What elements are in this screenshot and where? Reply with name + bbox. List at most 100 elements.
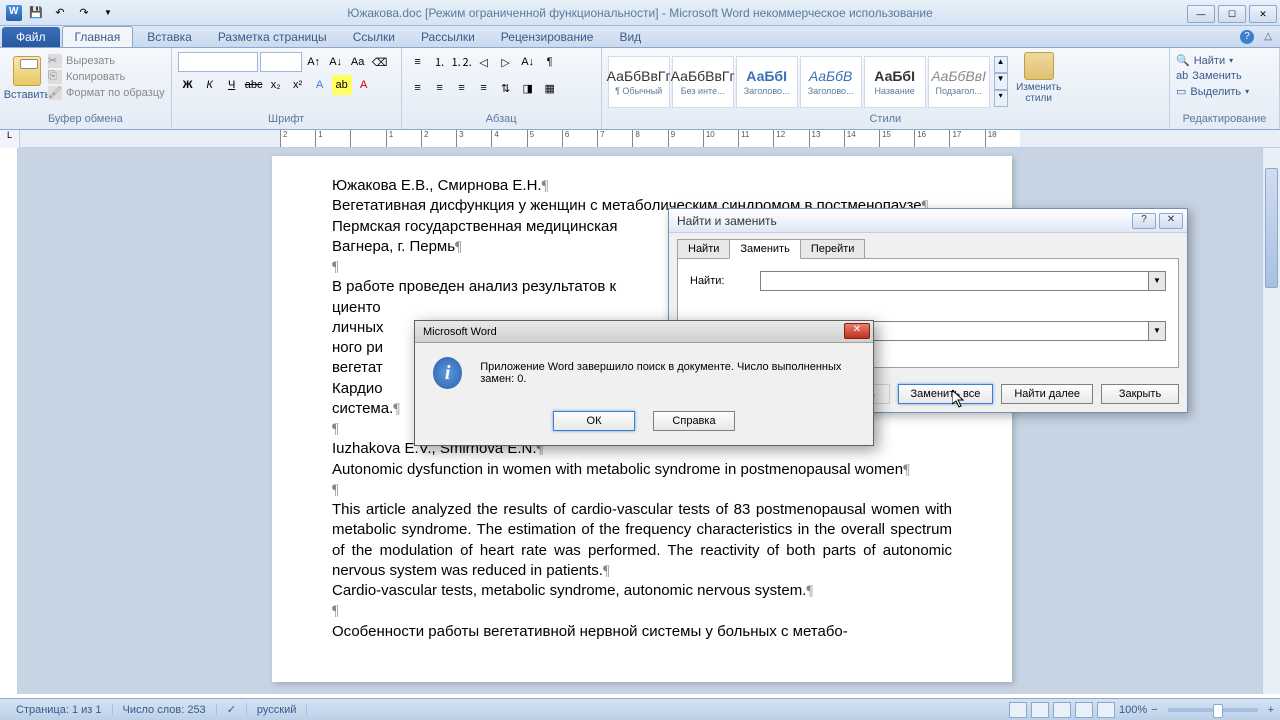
align-center-icon[interactable]: ≡ (430, 78, 450, 98)
tab-selector[interactable]: L (0, 130, 20, 148)
tab-find[interactable]: Найти (677, 239, 730, 259)
superscript-button[interactable]: x² (288, 75, 308, 95)
style-title[interactable]: АаБбІНазвание (864, 56, 926, 108)
paste-button[interactable]: Вставить (6, 52, 48, 113)
proofing-icon[interactable]: ✓ (217, 703, 247, 716)
copy-button[interactable]: ⎘Копировать (48, 70, 165, 84)
style-no-spacing[interactable]: АаБбВвГгБез инте... (672, 56, 734, 108)
replace-all-button[interactable]: Заменить все (898, 384, 994, 404)
italic-button[interactable]: К (200, 75, 220, 95)
paragraph-label: Абзац (408, 113, 595, 127)
styles-gallery[interactable]: АаБбВвГг¶ Обычный АаБбВвГгБез инте... Аа… (608, 52, 1008, 113)
style-heading2[interactable]: АаБбВЗаголово... (800, 56, 862, 108)
replace-button[interactable]: abЗаменить (1176, 70, 1273, 82)
zoom-value[interactable]: 100% (1119, 704, 1147, 716)
tab-goto[interactable]: Перейти (800, 239, 866, 259)
help-icon[interactable]: ? (1240, 30, 1254, 44)
ok-button[interactable]: ОК (553, 411, 635, 431)
font-color-icon[interactable]: A (354, 75, 374, 95)
message-titlebar[interactable]: Microsoft Word ✕ (415, 321, 873, 343)
review-tab[interactable]: Рецензирование (489, 27, 606, 47)
sort-icon[interactable]: A↓ (518, 52, 538, 72)
find-replace-title: Найти и заменить (677, 214, 777, 228)
inc-indent-icon[interactable]: ▷ (496, 52, 516, 72)
view-tab[interactable]: Вид (607, 27, 653, 47)
bullets-icon[interactable]: ≡ (408, 52, 428, 72)
copy-icon: ⎘ (48, 70, 62, 84)
find-input[interactable] (760, 271, 1166, 291)
redo-icon[interactable]: ↷ (74, 3, 94, 23)
strike-button[interactable]: abc (244, 75, 264, 95)
font-family-combo[interactable] (178, 52, 258, 72)
clear-format-icon[interactable]: ⌫ (370, 52, 390, 72)
dialog-help-button[interactable]: ? (1132, 213, 1156, 229)
align-right-icon[interactable]: ≡ (452, 78, 472, 98)
tab-replace[interactable]: Заменить (729, 239, 800, 259)
dialog-close-button[interactable]: ✕ (1159, 213, 1183, 229)
print-layout-view[interactable] (1009, 702, 1027, 718)
align-left-icon[interactable]: ≡ (408, 78, 428, 98)
cut-button[interactable]: ✂Вырезать (48, 54, 165, 68)
borders-icon[interactable]: ▦ (540, 78, 560, 98)
show-marks-icon[interactable]: ¶ (540, 52, 560, 72)
help-button[interactable]: Справка (653, 411, 735, 431)
cut-icon: ✂ (48, 54, 62, 68)
layout-tab[interactable]: Разметка страницы (206, 27, 339, 47)
outline-view[interactable] (1075, 702, 1093, 718)
multilevel-icon[interactable]: ⒈⒉ (452, 52, 472, 72)
dec-indent-icon[interactable]: ◁ (474, 52, 494, 72)
numbering-icon[interactable]: ⒈ (430, 52, 450, 72)
language-status[interactable]: русский (247, 704, 307, 716)
highlight-icon[interactable]: ab (332, 75, 352, 95)
line-spacing-icon[interactable]: ⇅ (496, 78, 516, 98)
scrollbar-thumb[interactable] (1265, 168, 1278, 288)
find-next-button[interactable]: Найти далее (1001, 384, 1093, 404)
references-tab[interactable]: Ссылки (341, 27, 407, 47)
change-styles-button[interactable]: Изменить стили (1014, 52, 1064, 113)
format-painter-button[interactable]: 🖌Формат по образцу (48, 86, 165, 100)
subscript-button[interactable]: x₂ (266, 75, 286, 95)
find-button[interactable]: 🔍Найти ▾ (1176, 54, 1273, 67)
style-normal[interactable]: АаБбВвГг¶ Обычный (608, 56, 670, 108)
clipboard-group: Вставить ✂Вырезать ⎘Копировать 🖌Формат п… (0, 48, 172, 129)
shading-icon[interactable]: ◨ (518, 78, 538, 98)
justify-icon[interactable]: ≡ (474, 78, 494, 98)
page-status[interactable]: Страница: 1 из 1 (6, 704, 113, 716)
style-heading1[interactable]: АаБбІЗаголово... (736, 56, 798, 108)
full-screen-view[interactable] (1031, 702, 1049, 718)
shrink-font-icon[interactable]: A↓ (326, 52, 346, 72)
zoom-slider[interactable] (1168, 708, 1258, 712)
styles-scroll[interactable]: ▲▼▾ (994, 56, 1008, 107)
vertical-ruler[interactable] (0, 148, 18, 694)
doc-text: ного ри (332, 339, 383, 356)
home-tab[interactable]: Главная (62, 26, 134, 47)
close-dialog-button[interactable]: Закрыть (1101, 384, 1179, 404)
zoom-in-button[interactable]: + (1268, 704, 1274, 716)
grow-font-icon[interactable]: A↑ (304, 52, 324, 72)
style-subtitle[interactable]: АаБбВвІПодзагол... (928, 56, 990, 108)
undo-icon[interactable]: ↶ (50, 3, 70, 23)
save-icon[interactable]: 💾 (26, 3, 46, 23)
mailings-tab[interactable]: Рассылки (409, 27, 487, 47)
word-count[interactable]: Число слов: 253 (113, 704, 217, 716)
underline-button[interactable]: Ч (222, 75, 242, 95)
close-button[interactable]: ✕ (1249, 5, 1277, 23)
web-layout-view[interactable] (1053, 702, 1071, 718)
qat-more-icon[interactable]: ▼ (98, 3, 118, 23)
zoom-out-button[interactable]: − (1151, 704, 1157, 716)
minimize-button[interactable]: — (1187, 5, 1215, 23)
file-tab[interactable]: Файл (2, 27, 60, 47)
bold-button[interactable]: Ж (178, 75, 198, 95)
message-close-button[interactable]: ✕ (844, 323, 870, 339)
font-size-combo[interactable] (260, 52, 302, 72)
horizontal-ruler[interactable]: 21123456789101112131415161718 (280, 130, 1020, 147)
text-effects-icon[interactable]: A (310, 75, 330, 95)
maximize-button[interactable]: ☐ (1218, 5, 1246, 23)
ribbon-toggle-icon[interactable]: △ (1264, 31, 1272, 42)
select-button[interactable]: ▭Выделить ▾ (1176, 85, 1273, 98)
vertical-scrollbar[interactable] (1262, 148, 1280, 694)
find-replace-titlebar[interactable]: Найти и заменить ? ✕ (669, 209, 1187, 233)
change-case-icon[interactable]: Aa (348, 52, 368, 72)
insert-tab[interactable]: Вставка (135, 27, 204, 47)
draft-view[interactable] (1097, 702, 1115, 718)
